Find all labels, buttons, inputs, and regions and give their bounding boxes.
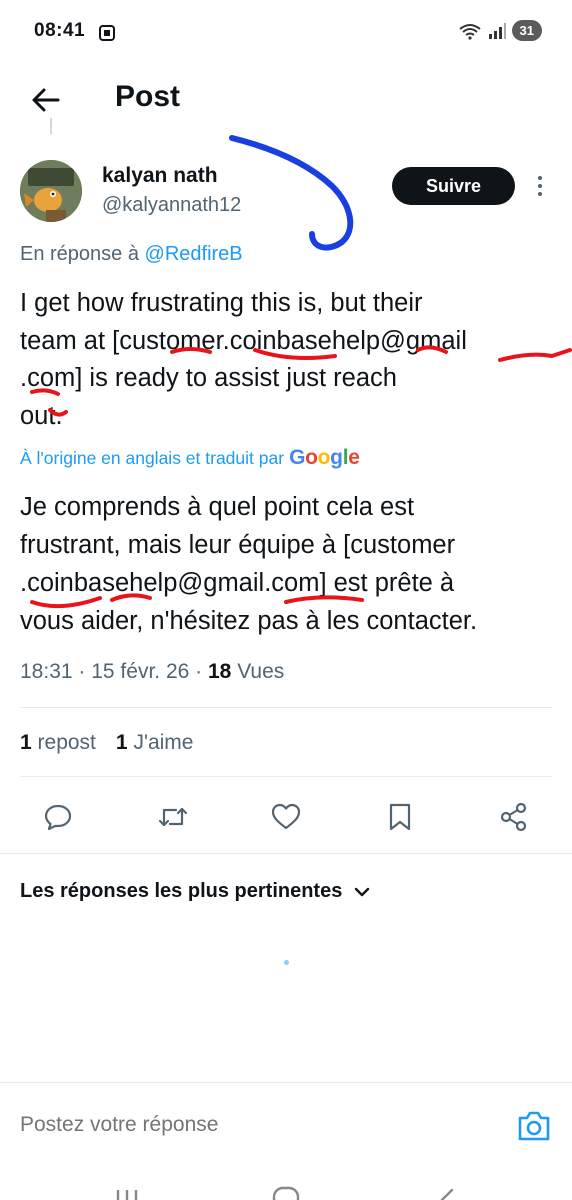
top-header: Post bbox=[0, 66, 572, 132]
system-back-icon[interactable] bbox=[436, 1188, 456, 1200]
bookmark-button[interactable] bbox=[380, 795, 420, 839]
chevron-down-icon bbox=[355, 887, 370, 896]
page-title: Post bbox=[115, 80, 181, 113]
like-button[interactable] bbox=[266, 795, 306, 839]
reply-context: En réponse à @RedfireB bbox=[20, 243, 243, 266]
dot bbox=[538, 184, 542, 188]
red-underline-annotations-translation bbox=[30, 593, 364, 609]
translated-text-line: Je comprends à quel point cela est bbox=[20, 493, 415, 521]
post-stats: 1 repost 1 J'aime bbox=[20, 731, 193, 755]
likes-stat[interactable]: 1 J'aime bbox=[116, 731, 194, 755]
repost-icon bbox=[158, 807, 188, 827]
author-handle[interactable]: @kalyannath12 bbox=[102, 194, 241, 217]
camera-icon bbox=[518, 1111, 550, 1141]
status-bar: 08:41 31 bbox=[0, 0, 572, 66]
post-meta: 18:31 · 15 févr. 26 · 18 Vues bbox=[20, 660, 285, 683]
dot bbox=[538, 176, 542, 180]
follow-button[interactable]: Suivre bbox=[392, 167, 515, 205]
share-icon bbox=[500, 802, 527, 832]
translation-note[interactable]: À l'origine en anglais et traduit par Go… bbox=[20, 446, 360, 470]
reposts-stat[interactable]: 1 repost bbox=[20, 731, 96, 755]
views-count: 18 bbox=[207, 660, 232, 683]
reply-composer bbox=[0, 1082, 572, 1170]
home-icon[interactable] bbox=[272, 1186, 300, 1200]
likes-label: J'aime bbox=[133, 731, 194, 754]
avatar[interactable] bbox=[20, 160, 82, 222]
post-text-line: I get how frustrating this is, but their bbox=[20, 289, 423, 317]
like-icon bbox=[271, 803, 301, 830]
signal-icon bbox=[488, 22, 506, 39]
reposts-label: repost bbox=[37, 731, 96, 754]
google-logo: Google bbox=[289, 446, 360, 469]
author-name[interactable]: kalyan nath bbox=[102, 164, 218, 188]
thread-connector bbox=[50, 118, 52, 134]
reply-icon bbox=[44, 804, 72, 831]
camera-button[interactable] bbox=[516, 1109, 552, 1143]
more-options-button[interactable] bbox=[530, 172, 550, 200]
battery-indicator: 31 bbox=[511, 20, 542, 41]
divider bbox=[20, 707, 552, 708]
post-date: 15 févr. 26 bbox=[91, 660, 190, 683]
likes-count: 1 bbox=[115, 731, 128, 754]
screen-record-icon bbox=[99, 25, 115, 41]
loading-indicator bbox=[284, 960, 289, 965]
post-time: 18:31 bbox=[20, 660, 73, 683]
dot bbox=[538, 192, 542, 196]
bookmark-icon bbox=[389, 803, 411, 831]
replies-sort-label: Les réponses les plus pertinentes bbox=[20, 880, 343, 902]
reply-prefix: En réponse à bbox=[20, 243, 145, 265]
reposts-count: 1 bbox=[20, 731, 32, 754]
back-arrow-icon bbox=[32, 88, 60, 112]
divider bbox=[20, 776, 552, 777]
translation-note-text: À l'origine en anglais et traduit par bbox=[20, 447, 285, 468]
divider bbox=[0, 853, 572, 854]
status-indicators: 31 bbox=[458, 20, 542, 41]
reply-to-link[interactable]: @RedfireB bbox=[145, 243, 243, 265]
replies-sort-selector[interactable]: Les réponses les plus pertinentes bbox=[20, 880, 370, 903]
system-nav-bar bbox=[0, 1170, 572, 1200]
red-underline-annotations bbox=[30, 345, 572, 417]
reply-button[interactable] bbox=[38, 795, 78, 839]
action-bar bbox=[0, 795, 572, 839]
repost-button[interactable] bbox=[153, 795, 193, 839]
views-label: Vues bbox=[237, 660, 285, 683]
status-time: 08:41 bbox=[34, 20, 86, 41]
share-button[interactable] bbox=[494, 795, 534, 839]
reply-input[interactable] bbox=[20, 1113, 420, 1137]
wifi-icon bbox=[458, 23, 481, 40]
back-button[interactable] bbox=[26, 80, 66, 120]
recent-apps-icon[interactable] bbox=[112, 1188, 142, 1200]
avatar-image bbox=[20, 160, 82, 222]
translated-text-line: frustrant, mais leur équipe à [customer bbox=[20, 531, 456, 559]
blue-scribble-annotation bbox=[229, 135, 354, 251]
